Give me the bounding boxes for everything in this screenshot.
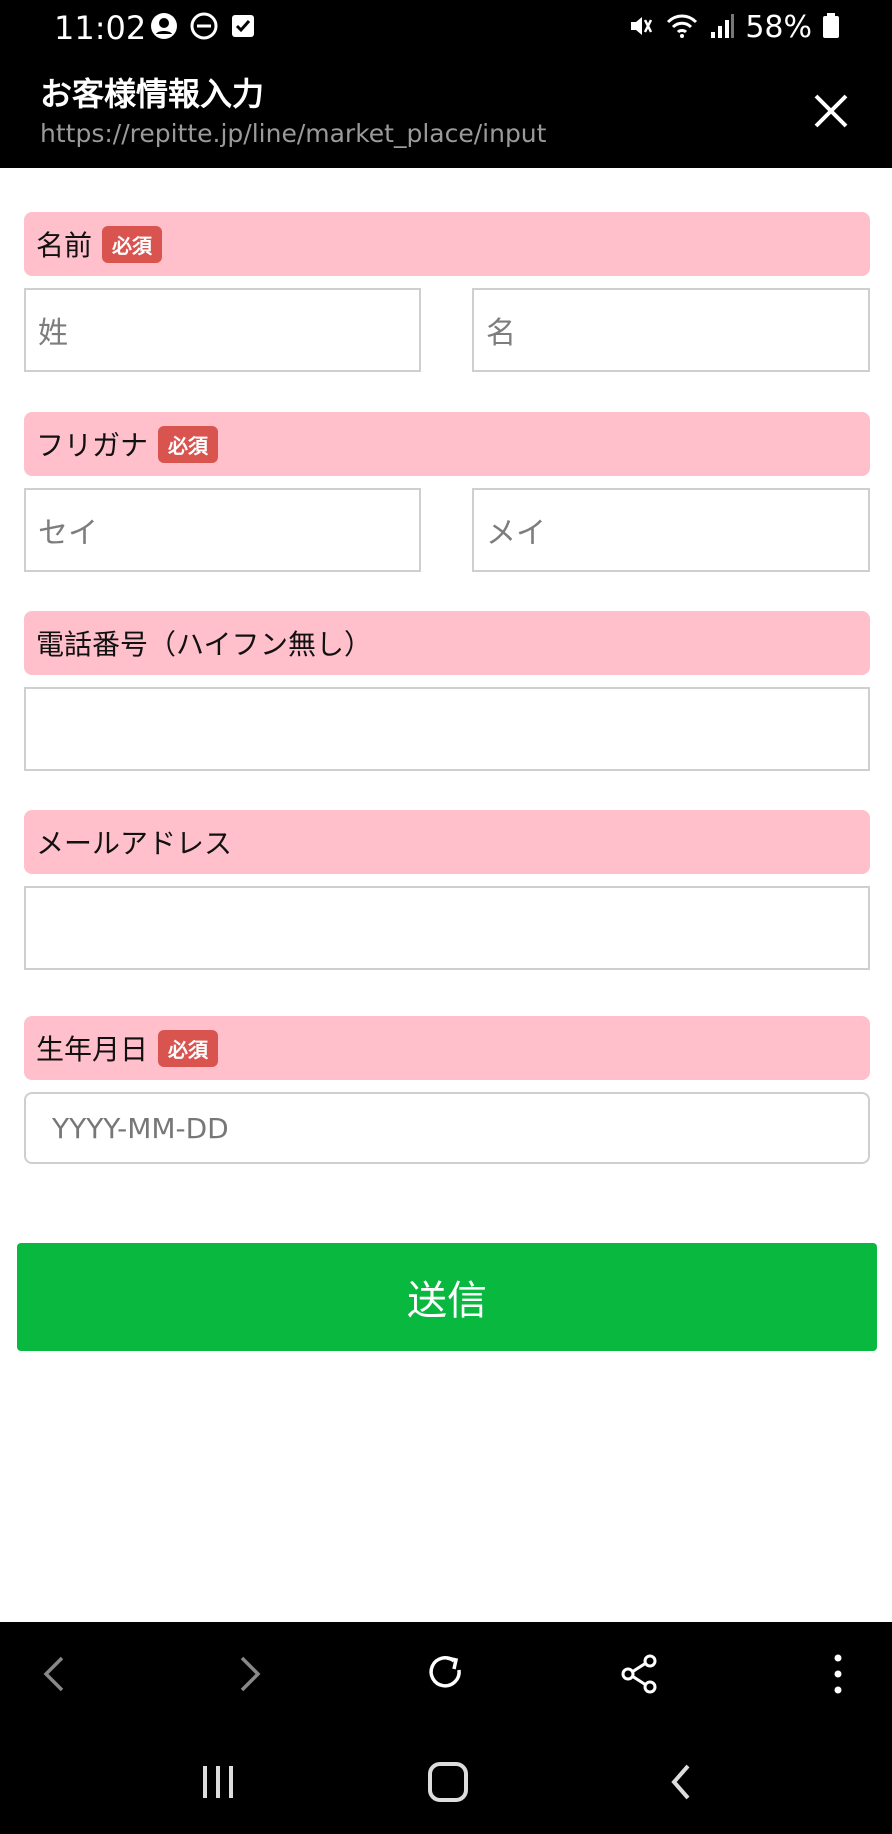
home-icon[interactable] bbox=[422, 1756, 474, 1808]
birthdate-input[interactable]: YYYY-MM-DD bbox=[24, 1092, 870, 1164]
more-vertical-icon[interactable] bbox=[812, 1648, 864, 1700]
section-header-email: メールアドレス bbox=[24, 810, 870, 874]
battery-percent: 58% bbox=[745, 10, 812, 45]
required-badge: 必須 bbox=[102, 225, 163, 263]
birthdate-placeholder: YYYY-MM-DD bbox=[52, 1111, 229, 1145]
section-header-name: 名前 必須 bbox=[24, 212, 870, 276]
checkbox-icon bbox=[230, 12, 256, 44]
phone-input[interactable] bbox=[24, 687, 870, 771]
page-url: https://repitte.jp/line/market_place/inp… bbox=[40, 119, 547, 148]
section-label-birthdate: 生年月日 bbox=[36, 1033, 149, 1066]
last-name-kana-placeholder: セイ bbox=[38, 516, 98, 551]
signal-icon bbox=[709, 12, 735, 44]
mute-icon bbox=[627, 12, 655, 44]
system-nav-bar bbox=[0, 1726, 892, 1834]
email-input[interactable] bbox=[24, 886, 870, 970]
reload-icon[interactable] bbox=[420, 1648, 472, 1700]
app-bar: お客様情報入力 https://repitte.jp/line/market_p… bbox=[0, 56, 892, 168]
account-circle-icon bbox=[150, 12, 178, 44]
battery-icon bbox=[822, 12, 840, 44]
section-label-email: メールアドレス bbox=[36, 827, 233, 860]
submit-button[interactable]: 送信 bbox=[17, 1243, 877, 1351]
wifi-icon bbox=[665, 12, 699, 44]
page-title: お客様情報入力 bbox=[40, 75, 265, 113]
status-icons-right: 58% bbox=[627, 8, 840, 48]
status-bar: 11:02 58% bbox=[0, 0, 892, 56]
close-icon bbox=[814, 94, 848, 128]
required-badge: 必須 bbox=[158, 1029, 219, 1067]
last-name-input[interactable]: 姓 bbox=[24, 288, 421, 372]
back-icon[interactable] bbox=[656, 1756, 708, 1808]
browser-toolbar bbox=[0, 1622, 892, 1726]
back-arrow-icon[interactable] bbox=[30, 1648, 82, 1700]
first-name-placeholder: 名 bbox=[486, 316, 516, 351]
section-header-phone: 電話番号（ハイフン無し） bbox=[24, 611, 870, 675]
status-icons-left bbox=[150, 12, 256, 44]
section-header-furigana: フリガナ 必須 bbox=[24, 412, 870, 476]
first-name-kana-input[interactable]: メイ bbox=[472, 488, 870, 572]
section-label-name: 名前 bbox=[36, 229, 93, 262]
last-name-kana-input[interactable]: セイ bbox=[24, 488, 421, 572]
share-icon[interactable] bbox=[614, 1648, 666, 1700]
forward-arrow-icon[interactable] bbox=[222, 1648, 274, 1700]
required-badge: 必須 bbox=[158, 425, 219, 463]
section-label-phone: 電話番号（ハイフン無し） bbox=[36, 628, 373, 661]
status-time: 11:02 bbox=[54, 9, 147, 47]
recent-apps-icon[interactable] bbox=[192, 1756, 244, 1808]
section-header-birthdate: 生年月日 必須 bbox=[24, 1016, 870, 1080]
do-not-disturb-icon bbox=[190, 12, 218, 44]
section-label-furigana: フリガナ bbox=[36, 429, 149, 462]
first-name-input[interactable]: 名 bbox=[472, 288, 870, 372]
first-name-kana-placeholder: メイ bbox=[486, 516, 546, 551]
last-name-placeholder: 姓 bbox=[38, 316, 68, 351]
close-button[interactable] bbox=[806, 86, 856, 136]
